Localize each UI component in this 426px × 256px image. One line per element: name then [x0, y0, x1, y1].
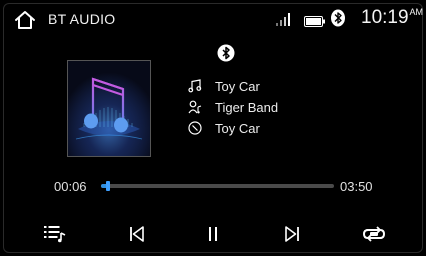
artist-name: Tiger Band: [215, 99, 279, 115]
artist-row: Tiger Band: [188, 98, 278, 116]
home-icon[interactable]: [14, 9, 36, 31]
music-note-icon: [188, 79, 202, 93]
playlist-button[interactable]: [42, 222, 68, 246]
progress-bar[interactable]: [101, 181, 334, 191]
clock-time: 10:19: [361, 7, 409, 28]
battery-icon: [304, 14, 326, 27]
pause-button[interactable]: [200, 222, 226, 246]
playlist-icon: [43, 224, 67, 244]
next-track-button[interactable]: [279, 222, 305, 246]
next-track-icon: [282, 224, 302, 244]
bluetooth-icon: [330, 9, 346, 27]
total-time: 03:50: [340, 179, 373, 194]
pause-icon: [203, 224, 223, 244]
song-row: Toy Car: [188, 77, 260, 95]
song-title: Toy Car: [215, 78, 260, 94]
elapsed-time: 00:06: [54, 179, 87, 194]
previous-track-icon: [127, 224, 147, 244]
album-art: [67, 60, 151, 157]
bt-audio-screen: BT AUDIO 10:19AM Toy Car Tiger Band Toy …: [0, 0, 426, 256]
clock-ampm: AM: [409, 7, 424, 17]
album-row: Toy Car: [188, 119, 260, 137]
album-name: Toy Car: [215, 120, 260, 136]
bluetooth-connected-icon: [217, 44, 235, 62]
progress-knob[interactable]: [105, 181, 110, 191]
artist-icon: [188, 100, 202, 114]
clock: 10:19AM: [361, 7, 423, 29]
repeat-button[interactable]: [361, 222, 387, 246]
album-disc-icon: [188, 121, 202, 135]
source-title: BT AUDIO: [48, 11, 116, 27]
signal-icon: [276, 13, 292, 26]
previous-track-button[interactable]: [124, 222, 150, 246]
repeat-all-icon: [361, 224, 387, 244]
